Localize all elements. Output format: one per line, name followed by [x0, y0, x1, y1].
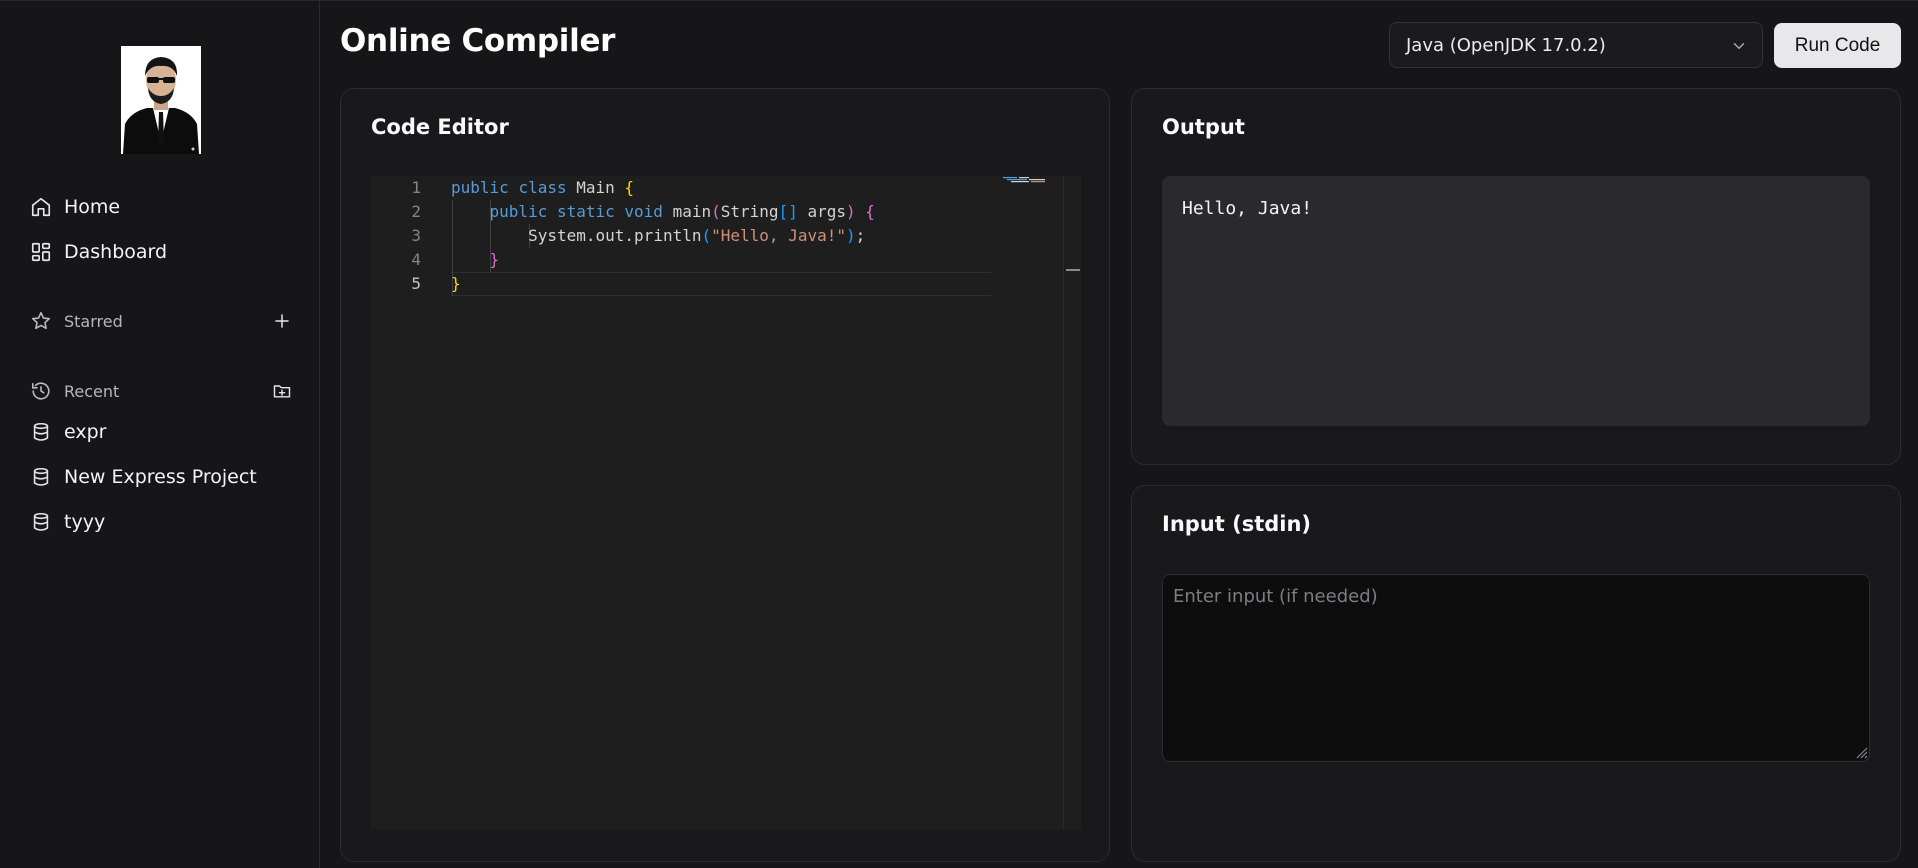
- dashboard-icon: [30, 241, 52, 263]
- recent-item-label: tyyy: [64, 511, 106, 533]
- app-window: Home Dashboard Starred Recent expr New E…: [0, 0, 1918, 868]
- stdin-card: Input (stdin): [1131, 485, 1901, 862]
- minimap: [1003, 177, 1045, 183]
- language-select-value: Java (OpenJDK 17.0.2): [1406, 34, 1606, 56]
- add-starred-button[interactable]: [270, 309, 294, 333]
- line-number: 2: [411, 202, 421, 221]
- scrollbar-cursor-marker: [1066, 269, 1080, 271]
- folder-plus-icon: [273, 385, 291, 398]
- line-number: 1: [411, 178, 421, 197]
- chevron-down-icon: [1733, 43, 1745, 49]
- sidebar: Home Dashboard Starred Recent expr New E…: [0, 1, 320, 868]
- output-card: Output Hello, Java!: [1131, 88, 1901, 465]
- code-line: }: [489, 250, 500, 269]
- star-icon: [30, 310, 52, 332]
- database-icon: [30, 466, 52, 488]
- line-number: 4: [411, 250, 421, 269]
- plus-icon: [275, 314, 289, 328]
- language-select[interactable]: Java (OpenJDK 17.0.2): [1389, 22, 1763, 68]
- output-text: Hello, Java!: [1162, 176, 1870, 426]
- page-title: Online Compiler: [340, 23, 616, 59]
- recent-item-tyyy[interactable]: tyyy: [30, 506, 300, 538]
- code-editor[interactable]: 1 2 3 4 5 public class Main { public sta…: [371, 176, 1081, 830]
- recent-item-expr[interactable]: expr: [30, 416, 300, 448]
- avatar[interactable]: [121, 46, 201, 154]
- code-editor-title: Code Editor: [371, 115, 509, 139]
- line-number: 3: [411, 226, 421, 245]
- code-line: public class Main {: [451, 178, 635, 197]
- output-title: Output: [1162, 115, 1245, 139]
- sidebar-item-dashboard[interactable]: Dashboard: [30, 236, 300, 268]
- sidebar-item-label: Home: [64, 196, 121, 218]
- starred-section-header: Starred: [30, 308, 296, 334]
- new-project-button[interactable]: [270, 379, 294, 403]
- sidebar-item-label: Dashboard: [64, 241, 168, 263]
- recent-item-new-express-project[interactable]: New Express Project: [30, 461, 300, 493]
- database-icon: [30, 511, 52, 533]
- recent-item-label: New Express Project: [64, 466, 257, 488]
- recent-item-label: expr: [64, 421, 107, 443]
- current-line-highlight: [451, 272, 991, 296]
- home-icon: [30, 196, 52, 218]
- code-editor-card: Code Editor 1 2 3 4 5 public class Main …: [340, 88, 1110, 862]
- code-line: System.out.println("Hello, Java!");: [528, 226, 866, 245]
- history-icon: [30, 380, 52, 402]
- code-line: }: [451, 274, 461, 293]
- code-line: public static void main(String[] args) {: [489, 202, 875, 221]
- recent-section-header: Recent: [30, 378, 296, 404]
- editor-scrollbar[interactable]: [1063, 176, 1081, 830]
- recent-label: Recent: [64, 381, 120, 401]
- resize-grip-icon[interactable]: [1854, 745, 1868, 759]
- stdin-input[interactable]: [1162, 574, 1870, 762]
- stdin-title: Input (stdin): [1162, 512, 1312, 536]
- run-code-button[interactable]: Run Code: [1774, 23, 1901, 68]
- line-number: 5: [411, 274, 421, 293]
- starred-label: Starred: [64, 311, 123, 331]
- database-icon: [30, 421, 52, 443]
- sidebar-item-home[interactable]: Home: [30, 191, 300, 223]
